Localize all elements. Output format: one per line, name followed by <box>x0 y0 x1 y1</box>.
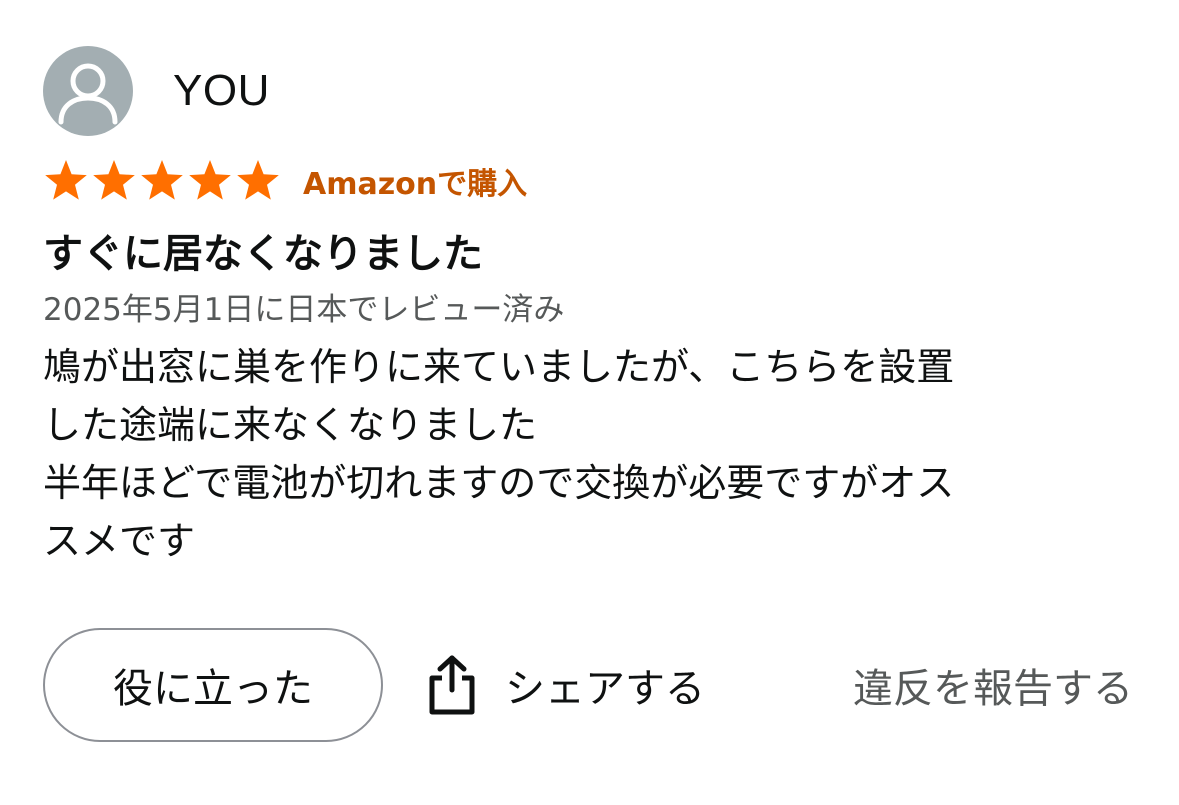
star-icon <box>141 160 183 200</box>
star-icon <box>45 160 87 200</box>
review-title: すぐに居なくなりました <box>43 231 483 277</box>
share-button[interactable]: シェアする <box>427 654 705 716</box>
user-silhouette-icon <box>58 63 118 125</box>
star-icon <box>189 160 231 200</box>
reviewer-name: YOU <box>173 66 270 115</box>
star-rating[interactable] <box>43 158 281 204</box>
star-icon <box>237 160 279 200</box>
review-body-line: 半年ほどで電池が切れますので交換が必要ですがオス <box>43 461 955 505</box>
review-card: YOU Amazonで購入 すぐに居なくなりました 2025年5月1日に日本でレ… <box>43 46 1143 570</box>
review-body: 鳩が出窓に巣を作りに来ていましたが、こちらを設置 した途端に来なくなりました 半… <box>43 338 1133 570</box>
review-actions: 役に立った シェアする 違反を報告する <box>43 628 1143 742</box>
review-body-line: した途端に来なくなりました <box>43 403 538 447</box>
verified-purchase-badge: Amazonで購入 <box>303 167 528 202</box>
review-body-line: 鳩が出窓に巣を作りに来ていましたが、こちらを設置 <box>43 345 955 389</box>
avatar <box>43 46 133 136</box>
star-icon <box>93 160 135 200</box>
reviewer-profile[interactable]: YOU <box>43 46 1143 136</box>
share-label: シェアする <box>505 666 705 712</box>
rating-row: Amazonで購入 <box>43 158 1143 204</box>
review-body-line: スメです <box>43 519 196 563</box>
report-abuse-link[interactable]: 違反を報告する <box>853 656 1133 714</box>
review-date: 2025年5月1日に日本でレビュー済み <box>43 292 565 328</box>
helpful-button[interactable]: 役に立った <box>43 628 383 742</box>
share-icon <box>429 655 475 715</box>
